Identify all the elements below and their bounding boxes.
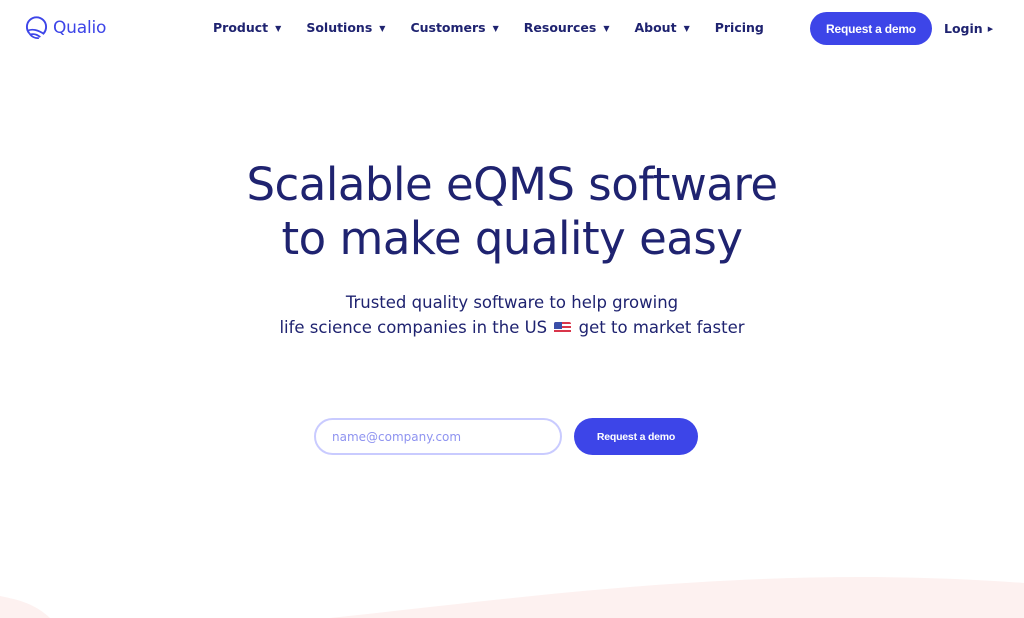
caret-down-icon: ▼ bbox=[275, 23, 282, 33]
caret-down-icon: ▼ bbox=[683, 23, 690, 33]
main-nav: Product ▼ Solutions ▼ Customers ▼ Resour… bbox=[213, 20, 764, 35]
hero-subtitle-line1: Trusted quality software to help growing bbox=[345, 293, 679, 312]
nav-item-about[interactable]: About ▼ bbox=[634, 20, 689, 35]
nav-item-pricing[interactable]: Pricing bbox=[715, 20, 764, 35]
nav-item-customers[interactable]: Customers ▼ bbox=[410, 20, 498, 35]
login-label: Login bbox=[944, 21, 983, 36]
login-link[interactable]: Login ▶ bbox=[944, 21, 993, 36]
email-input[interactable] bbox=[314, 418, 562, 455]
caret-down-icon: ▼ bbox=[379, 23, 386, 33]
hero-title-line1: Scalable eQMS software bbox=[246, 158, 778, 211]
wave-right-shape bbox=[330, 577, 1024, 618]
nav-item-label: Pricing bbox=[714, 20, 764, 35]
hero-title: Scalable eQMS software to make quality e… bbox=[0, 158, 1024, 266]
header-request-demo-button[interactable]: Request a demo bbox=[810, 12, 932, 45]
caret-down-icon: ▼ bbox=[492, 23, 499, 33]
nav-item-product[interactable]: Product ▼ bbox=[213, 20, 281, 35]
hero-subtitle: Trusted quality software to help growing… bbox=[0, 290, 1024, 340]
nav-item-label: Customers bbox=[410, 20, 486, 35]
logo-text: Qualio bbox=[53, 17, 107, 38]
wave-left-shape bbox=[0, 596, 50, 618]
nav-item-label: Product bbox=[213, 20, 269, 35]
nav-item-solutions[interactable]: Solutions ▼ bbox=[306, 20, 385, 35]
qualio-logo[interactable]: Qualio bbox=[25, 15, 106, 40]
site-header: Qualio Product ▼ Solutions ▼ Customers ▼… bbox=[0, 0, 1024, 56]
nav-item-label: Solutions bbox=[306, 20, 373, 35]
nav-item-label: About bbox=[634, 20, 677, 35]
caret-right-icon: ▶ bbox=[987, 24, 994, 33]
qualio-logo-icon bbox=[25, 16, 48, 39]
hero-title-line2: to make quality easy bbox=[281, 212, 743, 265]
hero-subtitle-line2-end: get to market faster bbox=[578, 318, 745, 337]
request-demo-button[interactable]: Request a demo bbox=[574, 418, 698, 455]
caret-down-icon: ▼ bbox=[603, 23, 610, 33]
decorative-wave bbox=[0, 577, 1024, 618]
hero-subtitle-line2-start: life science companies in the US bbox=[279, 318, 548, 337]
us-flag-icon bbox=[554, 322, 572, 334]
nav-item-label: Resources bbox=[523, 20, 597, 35]
nav-item-resources[interactable]: Resources ▼ bbox=[524, 20, 610, 35]
